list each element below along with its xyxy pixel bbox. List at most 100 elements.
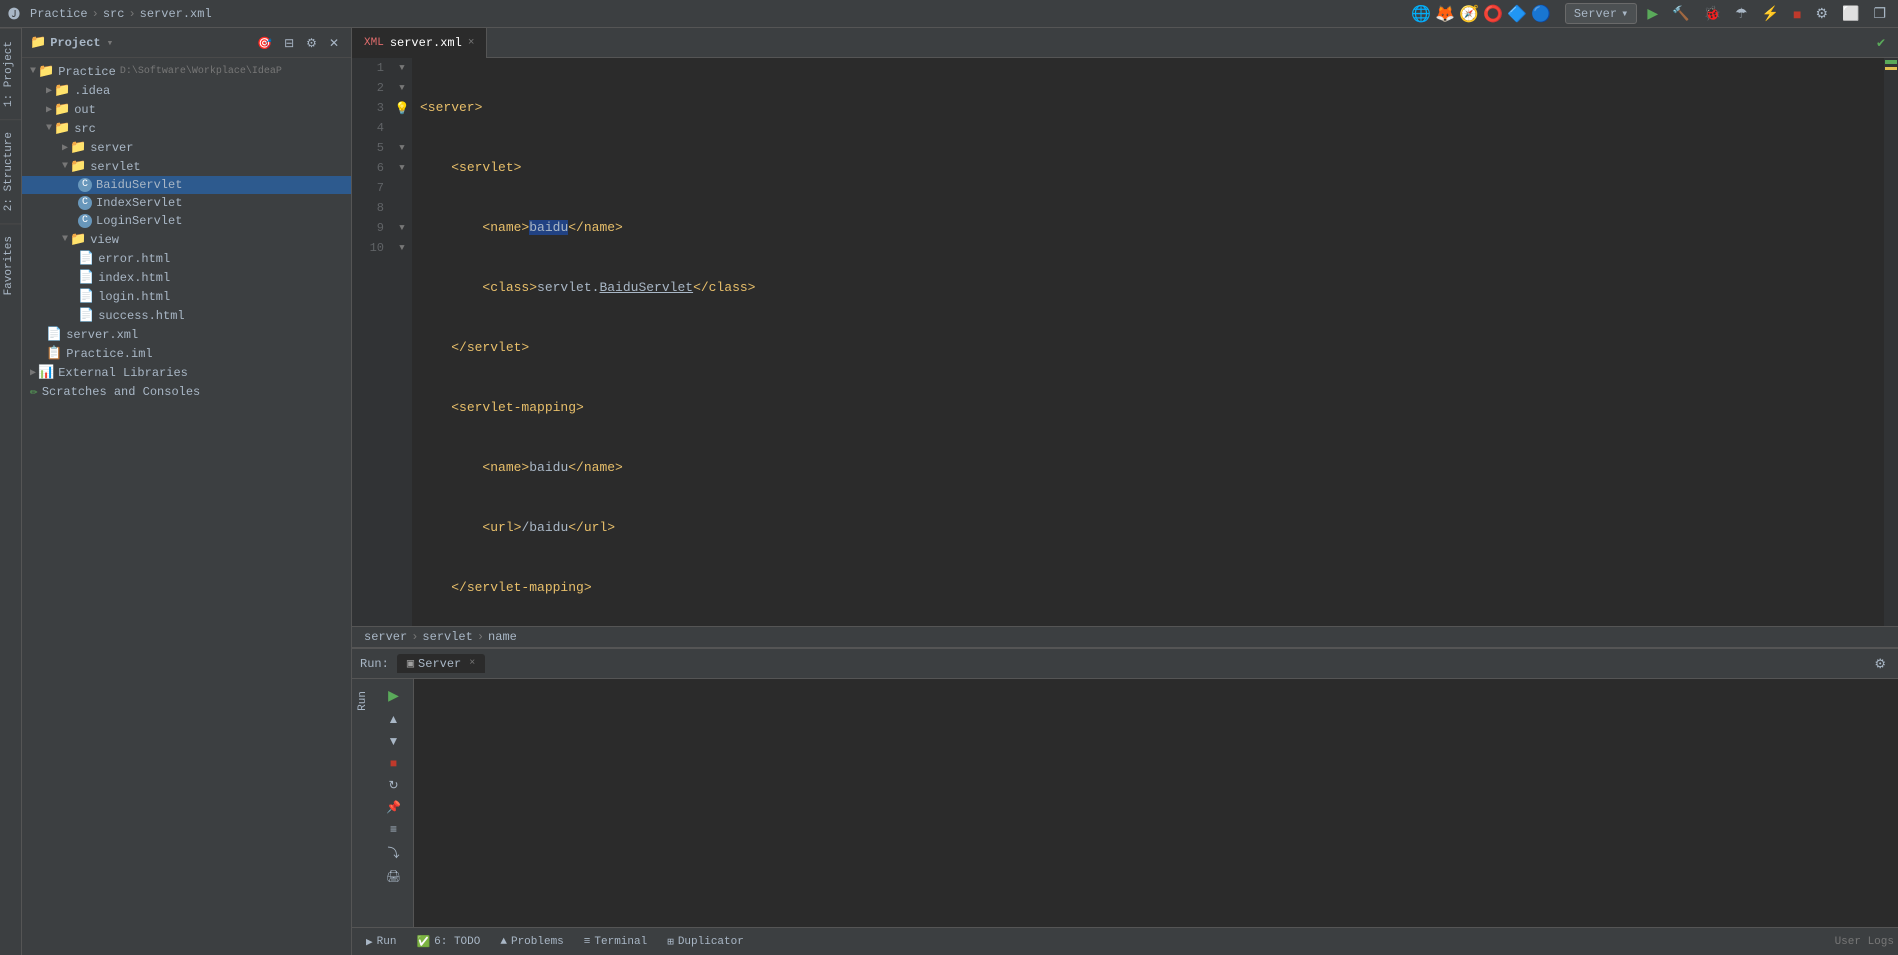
folder-icon-servlet: 📁 [70, 159, 86, 174]
tree-label-success-html: success.html [98, 309, 184, 323]
project-settings-button[interactable]: ⚙ [302, 34, 321, 52]
run-tab-icon: ▣ [407, 656, 414, 671]
maximize-button[interactable]: ⬜ [1838, 3, 1863, 24]
line-num-2: 2 [352, 78, 384, 98]
tree-item-index-servlet[interactable]: C IndexServlet [22, 194, 351, 212]
tree-item-view[interactable]: ▼ 📁 view [22, 230, 351, 249]
run-panel-toolbar: ▶ ▲ ▼ ■ ↻ 📌 ≡ ⤵ 🖨 [374, 679, 414, 927]
tree-item-scratches[interactable]: ✏ Scratches and Consoles [22, 382, 351, 401]
line-num-7: 7 [352, 178, 384, 198]
folder-icon-src: 📁 [54, 121, 70, 136]
bottom-tab-duplicator[interactable]: ⊞ Duplicator [657, 930, 754, 954]
tree-item-success-html[interactable]: 📄 success.html [22, 306, 351, 325]
editor-tab-close[interactable]: × [468, 37, 475, 49]
chrome-icon[interactable]: 🌐 [1411, 4, 1431, 24]
code-content[interactable]: <server> <servlet> <name>baidu</name> <c… [412, 58, 1884, 626]
run-stop-button[interactable]: ■ [386, 754, 401, 772]
tree-label-server: server [90, 141, 133, 155]
gutter-marker-yellow [1885, 67, 1897, 70]
stop-button[interactable]: ■ [1789, 4, 1805, 24]
edge-icon[interactable]: 🔷 [1507, 4, 1527, 24]
tree-item-practice-iml[interactable]: 📋 Practice.iml [22, 344, 351, 363]
editor-settings-button[interactable]: ✔ [1872, 34, 1890, 52]
run-bottom-icon: ▶ [366, 935, 373, 949]
tree-label-ext-libs: External Libraries [58, 366, 188, 380]
run-side-tab[interactable]: Run [354, 683, 372, 719]
code-line-3: <name>baidu</name> [420, 218, 1876, 238]
tree-item-idea[interactable]: ▶ 📁 .idea [22, 81, 351, 100]
java-file-icon-baidu: C [78, 178, 92, 192]
editor-tab-server-xml[interactable]: XML server.xml × [352, 28, 487, 58]
project-collapse-button[interactable]: ⊟ [280, 34, 298, 52]
run-button[interactable]: ▶ [1643, 3, 1662, 24]
opera-icon[interactable]: ⭕ [1483, 4, 1503, 24]
tree-item-servlet[interactable]: ▼ 📁 servlet [22, 157, 351, 176]
bottom-tab-run[interactable]: ▶ Run [356, 930, 406, 954]
run-scroll-up-button[interactable]: ▲ [384, 710, 404, 728]
ie-icon[interactable]: 🔵 [1531, 4, 1551, 24]
project-close-button[interactable]: ✕ [325, 34, 343, 52]
bulb-icon[interactable]: 💡 [395, 101, 410, 116]
safari-icon[interactable]: 🧭 [1459, 4, 1479, 24]
settings-button-top[interactable]: ⚙ [1811, 3, 1832, 24]
fold-2[interactable]: ▼ [392, 78, 412, 98]
side-tab-structure[interactable]: 2: Structure [0, 119, 21, 223]
tree-item-server-xml[interactable]: 📄 server.xml [22, 325, 351, 344]
tree-item-ext-libs[interactable]: ▶ 📊 External Libraries [22, 363, 351, 382]
run-tab-server[interactable]: ▣ Server × [397, 654, 485, 673]
line-num-9: 9 [352, 218, 384, 238]
tree-label-index-html: index.html [98, 271, 170, 285]
breadcrumb-file[interactable]: server.xml [140, 7, 212, 21]
project-locate-button[interactable]: 🎯 [253, 34, 276, 52]
fold-5[interactable]: ▼ [392, 138, 412, 158]
run-config-label: Server [1574, 7, 1617, 21]
tree-item-src[interactable]: ▼ 📁 src [22, 119, 351, 138]
run-wrap-button[interactable]: ≡ [386, 820, 401, 838]
profile-button[interactable]: ⚡ [1758, 3, 1783, 24]
tree-item-login-servlet[interactable]: C LoginServlet [22, 212, 351, 230]
side-tab-project[interactable]: 1: Project [0, 28, 21, 119]
breadcrumb-practice[interactable]: Practice [30, 7, 88, 21]
todo-bottom-icon: ✅ [416, 935, 430, 949]
run-print-button[interactable]: 🖨 [382, 867, 405, 885]
run-scroll-down-button[interactable]: ▼ [384, 732, 404, 750]
project-panel-icon: 📁 [30, 35, 46, 50]
run-tab-close[interactable]: × [469, 658, 475, 669]
build-button[interactable]: 🔨 [1668, 3, 1693, 24]
bottom-tab-duplicator-label: Duplicator [678, 936, 744, 948]
fold-6[interactable]: ▼ [392, 158, 412, 178]
breadcrumb-servlet[interactable]: servlet [422, 630, 472, 644]
right-gutter [1884, 58, 1898, 626]
fold-1[interactable]: ▼ [392, 58, 412, 78]
tree-item-error-html[interactable]: 📄 error.html [22, 249, 351, 268]
run-rerun-button[interactable]: ↻ [384, 776, 402, 794]
debug-button[interactable]: 🐞 [1700, 3, 1725, 24]
fold-9[interactable]: ▼ [392, 218, 412, 238]
run-settings-button[interactable]: ⚙ [1870, 654, 1890, 674]
breadcrumb-name[interactable]: name [488, 630, 517, 644]
bottom-tab-problems[interactable]: ▲ Problems [490, 930, 573, 954]
folder-icon-view: 📁 [70, 232, 86, 247]
firefox-icon[interactable]: 🦊 [1435, 4, 1455, 24]
line-num-4: 4 [352, 118, 384, 138]
tree-item-practice[interactable]: ▼ 📁 Practice D:\Software\Workplace\IdeaP [22, 62, 351, 81]
tree-item-server[interactable]: ▶ 📁 server [22, 138, 351, 157]
run-play-button[interactable]: ▶ [384, 685, 403, 706]
tree-item-out[interactable]: ▶ 📁 out [22, 100, 351, 119]
editor-tab-label: server.xml [390, 36, 462, 50]
coverage-button[interactable]: ☂ [1731, 3, 1752, 24]
project-dropdown-arrow[interactable]: ▾ [105, 36, 116, 50]
side-tab-favorites[interactable]: Favorites [0, 223, 21, 307]
run-pin-button[interactable]: 📌 [382, 798, 405, 816]
run-autoscroll-button[interactable]: ⤵ [383, 842, 403, 863]
breadcrumb-server[interactable]: server [364, 630, 407, 644]
tree-item-index-html[interactable]: 📄 index.html [22, 268, 351, 287]
run-config-selector[interactable]: Server ▾ [1565, 3, 1637, 24]
fold-10[interactable]: ▼ [392, 238, 412, 258]
bottom-tab-todo[interactable]: ✅ 6: TODO [406, 930, 490, 954]
restore-button[interactable]: ❐ [1869, 3, 1890, 24]
bottom-tab-terminal[interactable]: ≡ Terminal [574, 930, 657, 954]
tree-item-login-html[interactable]: 📄 login.html [22, 287, 351, 306]
breadcrumb-src[interactable]: src [103, 7, 125, 21]
tree-item-baidu-servlet[interactable]: C BaiduServlet [22, 176, 351, 194]
